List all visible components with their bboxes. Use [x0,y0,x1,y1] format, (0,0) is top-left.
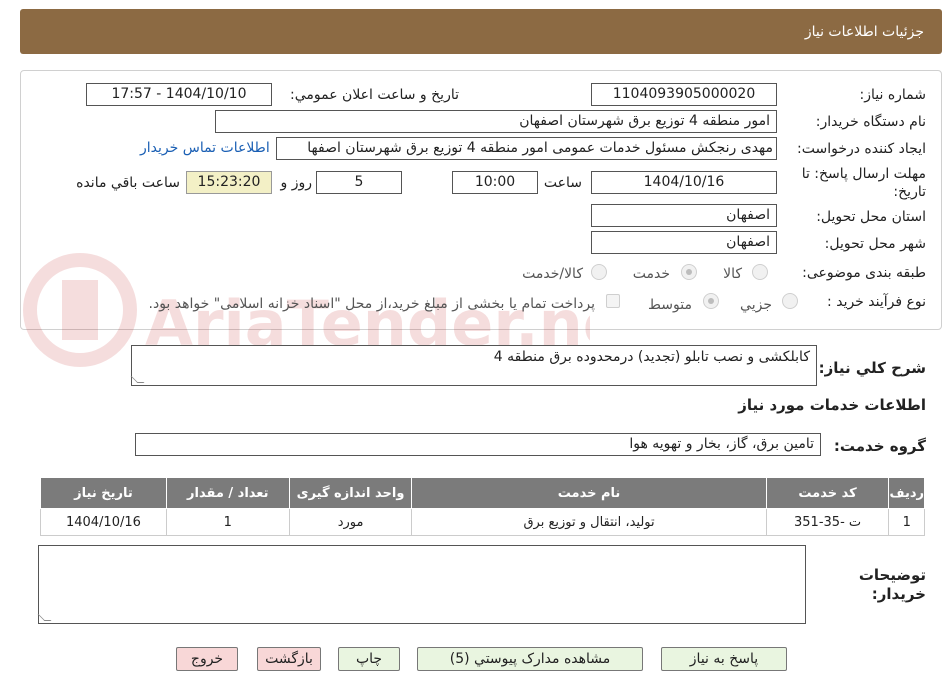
city-label: شهر محل تحويل: [824,236,926,252]
category-option-goods-service: كالا/خدمت [522,266,583,282]
col-service-name: نام خدمت [411,477,767,509]
buyer-notes-label-2: خريدار: [871,585,926,603]
col-service-code: كد خدمت [765,477,890,509]
deadline-time-field: 10:00 [452,171,538,194]
category-radio-service[interactable] [681,264,697,280]
exit-button[interactable]: خروج [176,647,238,671]
resize-grip-icon[interactable] [130,376,145,383]
days-remaining-field: 5 [316,171,402,194]
cell-unit: مورد [288,508,413,536]
cell-need-date: 1404/10/16 [40,508,167,536]
category-label: طبقه بندی موضوعی: [802,265,926,281]
col-unit: واحد اندازه گيری [288,477,413,509]
cell-service-code: ت -35-351 [765,508,890,536]
cell-quantity: 1 [165,508,290,536]
category-option-service: خدمت [632,266,670,282]
days-label: روز و [280,175,313,191]
deadline-date-field: 1404/10/16 [591,171,777,194]
category-radio-goods[interactable] [752,264,768,280]
category-option-goods: كالا [723,266,742,282]
buyer-notes-textarea[interactable] [37,545,806,624]
table-row: 1 ت -35-351 تولید، انتقال و توزیع برق مو… [40,508,925,536]
process-radio-medium[interactable] [703,293,719,309]
back-button[interactable]: بازگشت [257,647,321,671]
reply-button[interactable]: پاسخ به نياز [661,647,787,671]
remaining-time-field: 15:23:20 [186,171,272,194]
process-radio-minor[interactable] [782,293,798,309]
page-header: جزئیات اطلاعات نیاز [20,9,942,54]
creator-field: مهدی رنجکش مسئول خدمات عمومی امور منطقه … [276,137,777,160]
description-label: شرح كلي نياز: [818,359,926,377]
need-number-field: 1104093905000020 [591,83,777,106]
col-quantity: تعداد / مقدار [165,477,290,509]
table-header-row: رديف كد خدمت نام خدمت واحد اندازه گيری ت… [40,477,925,509]
service-group-field: تامين برق، گاز، بخار و تهويه هوا [135,433,821,456]
province-label: استان محل تحويل: [816,209,926,225]
process-option-medium: متوسط [648,297,692,313]
print-button[interactable]: چاپ [338,647,400,671]
treasury-payment-note: پرداخت تمام يا بخشی از مبلغ خريد،از محل … [148,296,595,312]
description-text: کابلکشی و نصب تابلو (تجدید) درمحدوده برق… [493,349,810,365]
col-need-date: تاريخ نياز [40,477,167,509]
services-section-title: اطلاعات خدمات مورد نياز [738,396,926,414]
service-group-label: گروه خدمت: [833,437,926,455]
view-documents-button[interactable]: مشاهده مدارک پيوستي (5) [417,647,643,671]
col-row-number: رديف [888,477,925,509]
buyer-label: نام دستگاه خريدار: [815,114,926,130]
services-table: رديف كد خدمت نام خدمت واحد اندازه گيری ت… [40,477,925,536]
cell-row-number: 1 [888,508,925,536]
treasury-payment-checkbox[interactable] [606,294,620,308]
category-radio-goods-service[interactable] [591,264,607,280]
deadline-time-label: ساعت [543,175,582,191]
page-title: جزئیات اطلاعات نیاز [804,23,924,40]
buyer-field: امور منطقه 4 توزیع برق شهرستان اصفهان [215,110,777,133]
buyer-notes-label: توضيحات [858,566,926,584]
description-textarea: کابلکشی و نصب تابلو (تجدید) درمحدوده برق… [130,345,817,386]
remaining-time-label: ساعت باقي مانده [76,175,180,191]
deadline-label-date: تاریخ: [893,184,926,200]
resize-grip-icon[interactable] [37,614,52,621]
need-number-label: شماره نیاز: [859,87,927,103]
city-field: اصفهان [591,231,777,254]
process-option-minor: جزيي [740,297,772,313]
deadline-label: مهلت ارسال پاسخ: تا [801,166,926,182]
province-field: اصفهان [591,204,777,227]
need-details-panel [20,70,942,330]
process-label: نوع فرآيند خريد : [827,294,926,310]
creator-label: ايجاد كننده درخواست: [797,141,926,157]
announce-date-label: تاریخ و ساعت اعلان عمومي: [290,87,459,103]
buyer-contact-link[interactable]: اطلاعات تماس خريدار [140,140,270,156]
cell-service-name: تولید، انتقال و توزیع برق [411,508,767,536]
announce-date-field: 1404/10/10 - 17:57 [86,83,272,106]
